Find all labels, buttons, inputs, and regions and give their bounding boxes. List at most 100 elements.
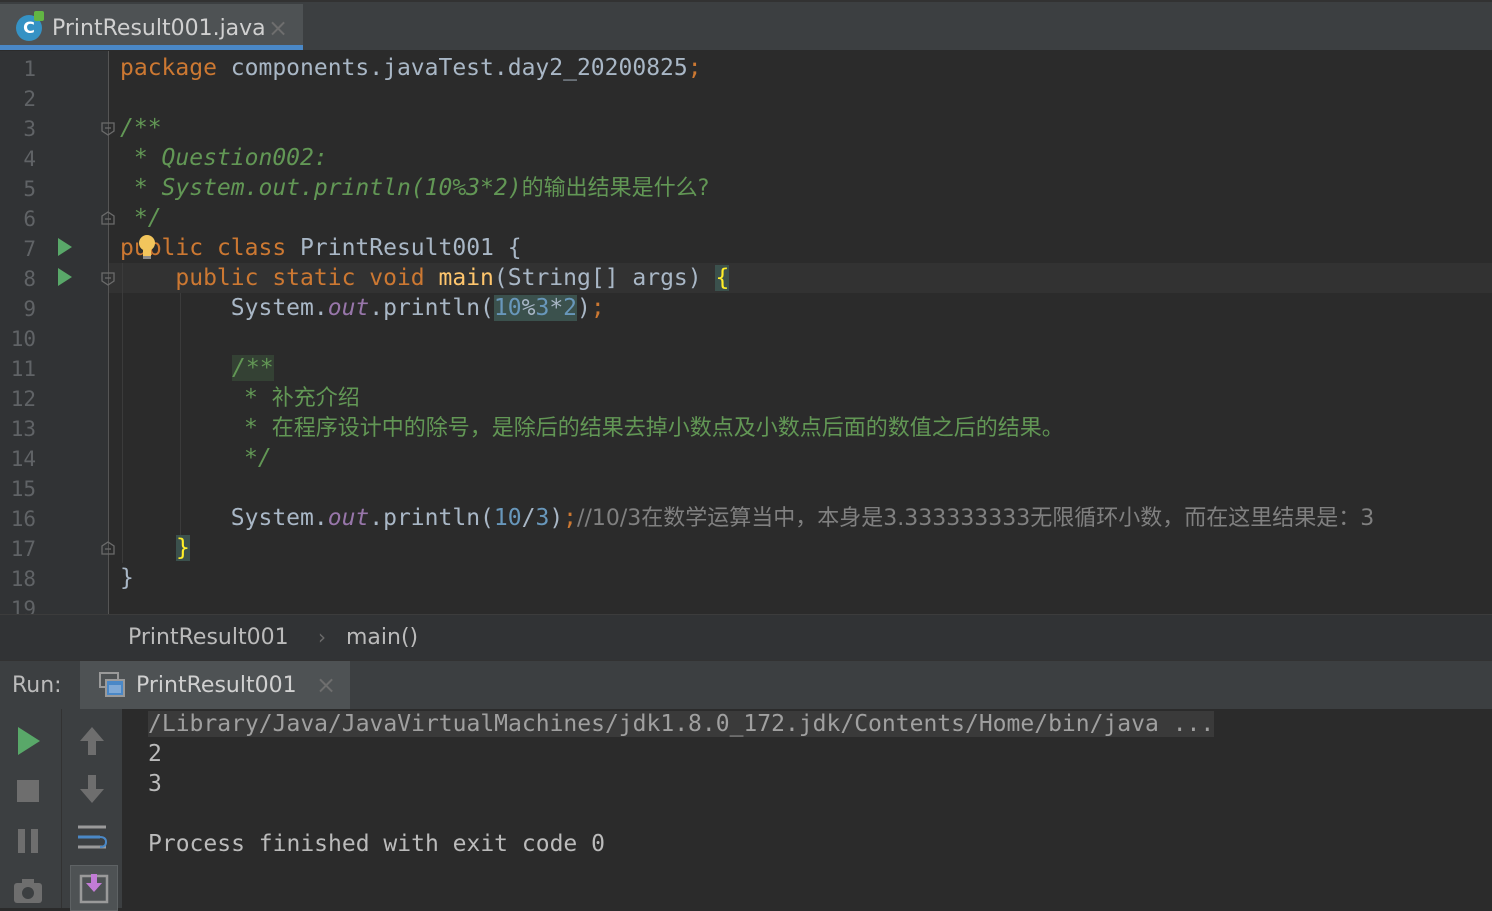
- code-line-9: System.out.println(10%3*2);: [120, 293, 605, 323]
- number-literal: 3: [535, 295, 550, 321]
- code-editor[interactable]: 1 2 3 4 5 6 7 8 9 10 11 12 13 14 15 16 1…: [0, 51, 1492, 614]
- line-number: 19: [10, 597, 36, 614]
- line-number: 14: [10, 447, 36, 471]
- number-literal: 2: [563, 295, 578, 321]
- scroll-up-icon[interactable]: [72, 721, 112, 761]
- active-tab-indicator: [0, 45, 303, 50]
- run-class-icon[interactable]: [58, 238, 72, 256]
- package-name: components.javaTest.day2_20200825: [216, 55, 688, 81]
- console-line: Process finished with exit code 0: [148, 831, 605, 857]
- run-label: Run:: [12, 673, 62, 698]
- doc-comment-marker: /**: [232, 355, 274, 381]
- method-params: (String[] args): [493, 265, 716, 291]
- code-line-18: }: [120, 565, 134, 591]
- operator: /: [521, 505, 536, 531]
- keyword: public: [175, 265, 259, 291]
- code-line-17: }: [176, 533, 190, 563]
- rerun-icon[interactable]: [8, 721, 48, 761]
- doc-comment-cjk: 的输出结果是什么?: [521, 176, 710, 201]
- tab-close-icon[interactable]: ×: [268, 14, 288, 42]
- keyword: class: [203, 235, 287, 261]
- line-number: 18: [10, 567, 36, 591]
- semicolon: ;: [563, 505, 578, 531]
- line-number: 12: [10, 387, 36, 411]
- run-tab-close-icon[interactable]: ×: [316, 671, 336, 699]
- toolbar-divider: [61, 709, 62, 908]
- line-number: 10: [10, 327, 36, 351]
- system-ref: System.: [230, 295, 328, 321]
- doc-comment-cjk: 在程序设计中的除号，是除后的结果去掉小数点及小数点后面的数值之后的结果。: [271, 416, 1064, 441]
- semicolon: ;: [687, 55, 702, 81]
- stop-icon[interactable]: [8, 771, 48, 811]
- breadcrumb: PrintResult001 › main(): [0, 614, 1492, 661]
- keyword: package: [120, 55, 217, 81]
- static-field: out: [327, 505, 370, 531]
- console-line: /Library/Java/JavaVirtualMachines/jdk1.8…: [148, 709, 1215, 739]
- code-line-8: public static void main(String[] args) {: [120, 263, 730, 293]
- println-call: .println(: [369, 295, 494, 321]
- run-config-tab[interactable]: PrintResult001 ×: [80, 661, 350, 709]
- run-main-icon[interactable]: [58, 268, 72, 286]
- pause-icon[interactable]: [8, 821, 48, 861]
- code-line-7: public class PrintResult001 {: [120, 233, 522, 263]
- paren: ): [549, 505, 564, 531]
- line-number: 6: [23, 207, 36, 231]
- doc-comment-text: * System.out.println(10%3*2): [120, 175, 522, 201]
- semicolon: ;: [590, 295, 605, 321]
- line-number: 7: [23, 237, 36, 261]
- run-tab-label: PrintResult001: [136, 673, 297, 698]
- fold-start-icon[interactable]: [101, 272, 115, 286]
- line-number: 3: [23, 117, 36, 141]
- camera-dump-icon[interactable]: [8, 871, 48, 911]
- fold-start-icon[interactable]: [101, 122, 115, 136]
- console-output[interactable]: /Library/Java/JavaVirtualMachines/jdk1.8…: [123, 709, 1492, 908]
- doc-comment-line: * 补充介绍: [244, 385, 360, 411]
- run-console-icon: [99, 672, 125, 697]
- breadcrumb-separator: ›: [318, 625, 326, 649]
- doc-comment-close: */: [244, 445, 272, 471]
- editor-tab-bar: C PrintResult001.java ×: [0, 0, 1492, 51]
- line-number: 17: [10, 537, 36, 561]
- line-number: 4: [23, 147, 36, 171]
- code-line-16: System.out.println(10/3);//10/3在数学运算当中，本…: [120, 503, 1374, 534]
- line-comment: //10/3在数学运算当中，本身是3.333333333无限循环小数，而在这里结…: [577, 506, 1375, 531]
- tab-printresult001-java[interactable]: C PrintResult001.java ×: [0, 4, 303, 50]
- system-ref: System.: [230, 505, 328, 531]
- operator: *: [549, 295, 564, 321]
- java-class-icon: C: [16, 11, 44, 41]
- console-line: 3: [148, 771, 162, 797]
- paren: ): [577, 295, 591, 321]
- console-line: 2: [148, 741, 162, 767]
- line-number: 2: [23, 87, 36, 111]
- doc-comment-line: * Question002:: [120, 145, 328, 171]
- scroll-to-end-icon[interactable]: [70, 865, 118, 911]
- println-call: .println(: [369, 505, 494, 531]
- line-number: 16: [10, 507, 36, 531]
- doc-comment-open: /**: [120, 115, 162, 141]
- indent-guide: [180, 293, 181, 535]
- tab-filename: PrintResult001.java: [52, 16, 266, 41]
- line-number: 8: [23, 267, 36, 291]
- breadcrumb-method[interactable]: main(): [346, 625, 418, 650]
- doc-comment-line: * System.out.println(10%3*2)的输出结果是什么?: [120, 173, 709, 204]
- operator: %: [521, 295, 536, 321]
- number-literal: 3: [535, 505, 550, 531]
- fold-end-icon[interactable]: [101, 541, 115, 555]
- scroll-down-icon[interactable]: [72, 769, 112, 809]
- keyword: public: [120, 235, 204, 261]
- number-literal: 10: [493, 505, 522, 531]
- breadcrumb-class[interactable]: PrintResult001: [128, 625, 289, 650]
- line-number: 11: [10, 357, 36, 381]
- fold-end-icon[interactable]: [101, 211, 115, 225]
- console-command: /Library/Java/JavaVirtualMachines/jdk1.8…: [148, 711, 1215, 737]
- intention-bulb-icon[interactable]: [136, 233, 158, 261]
- run-toolbar: [0, 709, 122, 911]
- doc-comment-cjk: 补充介绍: [271, 386, 360, 411]
- doc-comment-close: */: [120, 205, 162, 231]
- soft-wrap-icon[interactable]: [72, 817, 112, 857]
- doc-comment-open: /**: [232, 353, 274, 383]
- line-number: 15: [10, 477, 36, 501]
- matched-brace: }: [176, 535, 190, 561]
